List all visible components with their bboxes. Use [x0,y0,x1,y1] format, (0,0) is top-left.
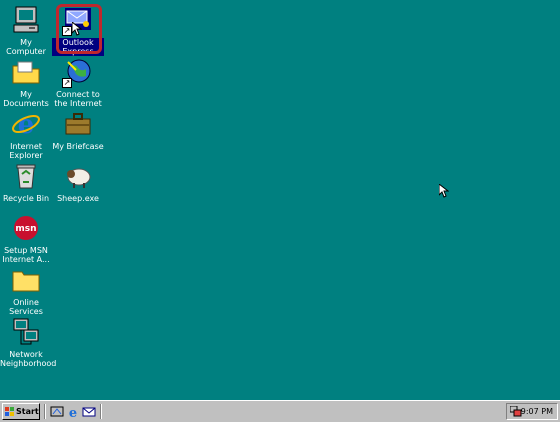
desktop-icon-recycle-bin[interactable]: Recycle Bin [0,160,52,203]
recycle-bin-icon [10,160,42,192]
icon-label: My Computer [6,38,46,56]
icon-label: Recycle Bin [2,194,50,203]
system-tray: 9:07 PM [506,403,558,420]
internet-explorer-icon: e [10,108,42,140]
msn-icon: msn [10,212,42,244]
show-desktop-icon[interactable] [50,405,64,419]
desktop-icon-sheep-exe[interactable]: Sheep.exe [52,160,104,203]
clock[interactable]: 9:07 PM [521,404,553,419]
icon-label: Setup MSN Internet A... [2,246,50,264]
desktop-icon-online-services[interactable]: Online Services [0,264,52,316]
desktop[interactable]: My Computer ↗ Outlook Express My Documen… [0,0,560,400]
icon-label: Sheep.exe [57,194,99,203]
start-label: Start [16,407,39,416]
svg-text:e: e [18,110,35,140]
desktop-icon-network-neighborhood[interactable]: Network Neighborhood [0,316,57,368]
svg-text:msn: msn [15,224,36,234]
folder-documents-icon [10,56,42,88]
computer-icon [10,4,42,36]
icon-label: Online Services [9,298,43,316]
icon-label: Connect to the Internet [54,90,102,108]
icon-label: My Documents [3,90,49,108]
desktop-icon-my-computer[interactable]: My Computer [0,4,52,56]
sheep-icon [62,160,94,192]
icon-label: My Briefcase [52,142,104,151]
outlook-express-icon[interactable] [82,405,96,419]
desktop-icon-setup-msn[interactable]: msn Setup MSN Internet A... [0,212,52,264]
icon-label: Internet Explorer [9,142,43,160]
taskbar: Start e 9:07 PM [0,400,560,422]
start-button[interactable]: Start [2,403,40,420]
taskbar-separator [100,404,102,419]
folder-icon [10,264,42,296]
desktop-icon-internet-explorer[interactable]: e Internet Explorer [0,108,52,160]
svg-text:e: e [69,406,77,419]
windows-logo-icon [5,407,14,416]
desktop-icon-connect-to-the-internet[interactable]: ↗ Connect to the Internet [52,56,104,108]
shortcut-arrow-icon: ↗ [62,78,72,88]
internet-explorer-icon[interactable]: e [66,405,80,419]
icon-label: Network Neighborhood [0,350,57,368]
network-icon [10,316,42,348]
cursor-icon [72,22,82,36]
desktop-icon-my-documents[interactable]: My Documents [0,56,52,108]
briefcase-icon [62,108,94,140]
taskbar-separator [44,404,46,419]
mouse-pointer-icon [439,184,449,198]
desktop-icon-my-briefcase[interactable]: My Briefcase [52,108,104,151]
connect-internet-icon: ↗ [62,56,94,88]
